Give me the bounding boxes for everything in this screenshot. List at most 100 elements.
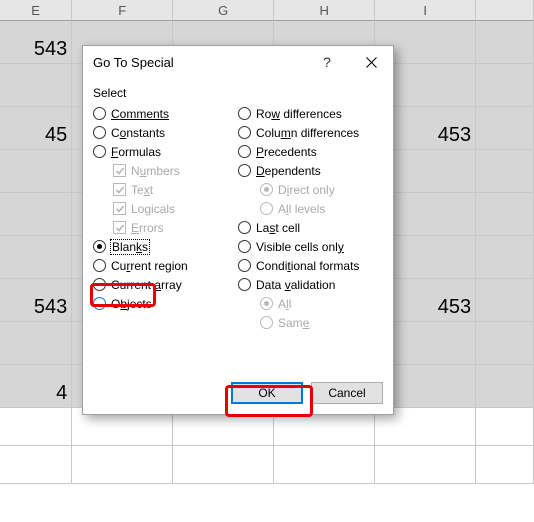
- radio-visible-cells-only[interactable]: Visible cells only: [238, 237, 383, 256]
- radio-label: Objects: [111, 297, 152, 311]
- cell[interactable]: 45: [0, 107, 72, 149]
- cell[interactable]: [274, 446, 375, 483]
- radio-label: Current array: [111, 278, 182, 292]
- radio-constants[interactable]: Constants: [93, 123, 238, 142]
- radio-icon: [93, 240, 106, 253]
- radio-all: All: [238, 294, 383, 313]
- check-numbers: Numbers: [93, 161, 238, 180]
- cell[interactable]: [476, 279, 534, 321]
- radio-icon: [238, 107, 251, 120]
- radio-label: Conditional formats: [256, 259, 359, 273]
- cell[interactable]: [476, 236, 534, 278]
- radio-label: All levels: [278, 202, 325, 216]
- cell[interactable]: [0, 193, 72, 235]
- close-icon: [366, 57, 377, 68]
- radio-formulas[interactable]: Formulas: [93, 142, 238, 161]
- cell[interactable]: [0, 236, 72, 278]
- check-label: Logicals: [131, 202, 175, 216]
- radio-label: Formulas: [111, 145, 161, 159]
- radio-icon: [238, 278, 251, 291]
- radio-icon: [93, 126, 106, 139]
- radio-icon: [93, 259, 106, 272]
- select-group-label: Select: [93, 86, 383, 100]
- cell[interactable]: [476, 107, 534, 149]
- radio-label: Column differences: [256, 126, 359, 140]
- close-button[interactable]: [349, 46, 393, 78]
- radio-icon: [260, 202, 273, 215]
- radio-blanks[interactable]: Blanks: [93, 237, 238, 256]
- cell[interactable]: 543: [0, 21, 72, 63]
- check-label: Numbers: [131, 164, 180, 178]
- radio-last-cell[interactable]: Last cell: [238, 218, 383, 237]
- colhead-e[interactable]: E: [0, 0, 72, 21]
- radio-icon: [260, 297, 273, 310]
- radio-label: Comments: [111, 107, 169, 121]
- radio-label: Data validation: [256, 278, 335, 292]
- radio-label: Last cell: [256, 221, 300, 235]
- cell[interactable]: [0, 446, 72, 483]
- cell[interactable]: [0, 150, 72, 192]
- right-column: Row differences Column differences Prece…: [238, 104, 383, 332]
- check-text: Text: [93, 180, 238, 199]
- cell[interactable]: [476, 150, 534, 192]
- cell[interactable]: 543: [0, 279, 72, 321]
- check-label: Errors: [131, 221, 164, 235]
- cancel-button[interactable]: Cancel: [311, 382, 383, 404]
- radio-data-validation[interactable]: Data validation: [238, 275, 383, 294]
- colhead-blank[interactable]: [476, 0, 534, 21]
- radio-label: Blanks: [111, 240, 149, 254]
- radio-current-region[interactable]: Current region: [93, 256, 238, 275]
- check-errors: Errors: [93, 218, 238, 237]
- cell[interactable]: [476, 21, 534, 63]
- cell[interactable]: [72, 446, 173, 483]
- cell[interactable]: 4: [0, 365, 72, 407]
- radio-icon: [93, 278, 106, 291]
- ok-button[interactable]: OK: [231, 382, 303, 404]
- radio-icon: [260, 183, 273, 196]
- radio-conditional-formats[interactable]: Conditional formats: [238, 256, 383, 275]
- cell[interactable]: [0, 64, 72, 106]
- radio-icon: [93, 107, 106, 120]
- check-label: Text: [131, 183, 153, 197]
- goto-special-dialog: Go To Special ? Select Comments Constant…: [82, 45, 394, 415]
- radio-label: Dependents: [256, 164, 321, 178]
- colhead-i[interactable]: I: [375, 0, 476, 21]
- cell[interactable]: [476, 408, 534, 445]
- radio-icon: [238, 164, 251, 177]
- cell[interactable]: [476, 322, 534, 364]
- cell[interactable]: [0, 322, 72, 364]
- cell[interactable]: [476, 64, 534, 106]
- radio-label: Direct only: [278, 183, 335, 197]
- check-icon: [113, 183, 126, 196]
- radio-icon: [260, 316, 273, 329]
- radio-column-differences[interactable]: Column differences: [238, 123, 383, 142]
- radio-icon: [238, 240, 251, 253]
- radio-dependents[interactable]: Dependents: [238, 161, 383, 180]
- radio-current-array[interactable]: Current array: [93, 275, 238, 294]
- radio-comments[interactable]: Comments: [93, 104, 238, 123]
- radio-label: Row differences: [256, 107, 342, 121]
- radio-icon: [238, 221, 251, 234]
- radio-all-levels: All levels: [238, 199, 383, 218]
- cell[interactable]: [476, 446, 534, 483]
- radio-precedents[interactable]: Precedents: [238, 142, 383, 161]
- radio-row-differences[interactable]: Row differences: [238, 104, 383, 123]
- cell[interactable]: [173, 446, 274, 483]
- radio-label: All: [278, 297, 291, 311]
- cell[interactable]: [476, 365, 534, 407]
- colhead-g[interactable]: G: [173, 0, 274, 21]
- radio-same: Same: [238, 313, 383, 332]
- radio-label: Precedents: [256, 145, 317, 159]
- help-button[interactable]: ?: [305, 46, 349, 78]
- check-icon: [113, 221, 126, 234]
- cell[interactable]: [375, 446, 476, 483]
- cell[interactable]: [476, 193, 534, 235]
- radio-icon: [93, 145, 106, 158]
- colhead-f[interactable]: F: [72, 0, 173, 21]
- radio-objects[interactable]: Objects: [93, 294, 238, 313]
- check-icon: [113, 202, 126, 215]
- radio-icon: [238, 126, 251, 139]
- cell[interactable]: [0, 408, 72, 445]
- radio-icon: [238, 145, 251, 158]
- colhead-h[interactable]: H: [274, 0, 375, 21]
